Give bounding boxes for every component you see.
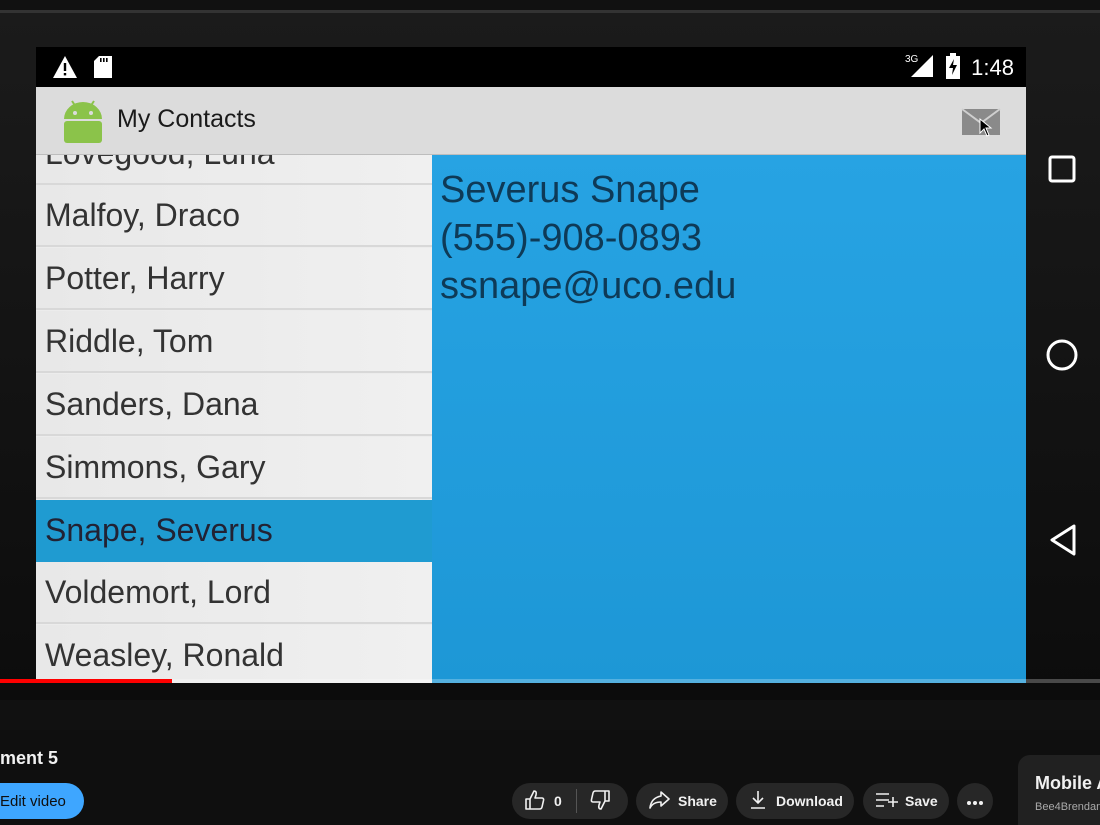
contact-list-item[interactable]: Simmons, Gary xyxy=(36,437,432,499)
youtube-watch-page: 3G 1:48 My Contacts Malfoy, Draco Potter… xyxy=(0,0,1100,825)
contact-list-item[interactable]: Potter, Harry xyxy=(36,248,432,310)
thumbs-up-icon xyxy=(524,789,546,814)
envelope-icon xyxy=(960,108,1004,143)
contact-name: Sanders, Dana xyxy=(45,386,259,422)
more-icon xyxy=(966,793,984,809)
download-label: Download xyxy=(776,793,843,809)
contact-detail-name: Severus Snape xyxy=(440,169,700,211)
contact-list-item[interactable]: Riddle, Tom xyxy=(36,311,432,373)
contact-detail-phone: (555)-908-0893 xyxy=(440,217,702,259)
video-title: ment 5 xyxy=(0,748,59,768)
download-button[interactable]: Download xyxy=(736,783,854,819)
contact-name: Malfoy, Draco xyxy=(45,197,241,233)
contact-name: Potter, Harry xyxy=(45,260,225,296)
contact-list-item[interactable]: Lovegood, Luna xyxy=(36,155,432,185)
share-icon xyxy=(648,790,670,813)
contact-name: Riddle, Tom xyxy=(45,323,214,359)
edit-video-label: Edit video xyxy=(0,792,66,810)
contact-list-item[interactable]: Sanders, Dana xyxy=(36,374,432,436)
contact-detail-email: ssnape@uco.edu xyxy=(440,265,737,307)
video-progress-fill xyxy=(0,679,172,683)
share-label: Share xyxy=(678,793,717,809)
contact-list[interactable]: Lovegood, Luna Malfoy, Draco Potter, Har… xyxy=(36,155,432,683)
edit-video-button[interactable]: Edit video xyxy=(0,783,84,819)
thumbs-down-icon xyxy=(589,789,611,814)
contact-name: Lovegood, Luna xyxy=(45,155,275,172)
android-app-icon xyxy=(60,99,106,147)
contact-list-item-selected[interactable]: Snape, Severus xyxy=(36,500,432,562)
save-label: Save xyxy=(905,793,938,809)
recent-apps-icon[interactable] xyxy=(1048,155,1076,187)
recommended-video-title: Mobile A xyxy=(1035,773,1100,793)
warning-icon xyxy=(52,55,78,83)
back-icon[interactable] xyxy=(1048,523,1078,561)
android-nav-bar xyxy=(1030,153,1094,583)
share-button[interactable]: Share xyxy=(636,783,728,819)
recommended-video-card[interactable]: Mobile A Bee4Brendan xyxy=(1018,755,1100,825)
download-icon xyxy=(750,790,766,813)
save-button[interactable]: Save xyxy=(863,783,949,819)
contact-name: Simmons, Gary xyxy=(45,449,266,485)
like-button[interactable]: 0 xyxy=(512,783,562,819)
status-clock: 1:48 xyxy=(971,55,1014,80)
home-icon[interactable] xyxy=(1045,338,1079,376)
contact-detail-pane: Severus Snape (555)-908-0893 ssnape@uco.… xyxy=(432,155,1026,683)
email-button[interactable] xyxy=(960,105,1004,139)
dislike-button[interactable] xyxy=(577,783,611,819)
contact-list-item[interactable]: Voldemort, Lord xyxy=(36,562,432,624)
contact-name: Snape, Severus xyxy=(45,512,273,548)
sd-card-icon xyxy=(94,56,112,82)
video-progress-bar[interactable] xyxy=(0,679,1100,683)
status-bar: 3G 1:48 xyxy=(36,47,1026,87)
action-bar: My Contacts xyxy=(36,87,1026,155)
save-playlist-icon xyxy=(875,791,899,812)
android-screen: 3G 1:48 My Contacts Malfoy, Draco Potter… xyxy=(36,47,1026,683)
contact-name: Weasley, Ronald xyxy=(45,637,284,673)
emulator-frame: 3G 1:48 My Contacts Malfoy, Draco Potter… xyxy=(0,10,1100,700)
network-type-label: 3G xyxy=(905,54,919,65)
app-title: My Contacts xyxy=(117,105,256,133)
contact-list-item[interactable]: Malfoy, Draco xyxy=(36,185,432,247)
recommended-video-channel: Bee4Brendan xyxy=(1035,801,1100,813)
video-info-area: ment 5 Edit video 0 Share Download Save … xyxy=(0,730,1100,825)
like-count: 0 xyxy=(554,793,562,809)
battery-icon xyxy=(945,53,961,83)
more-actions-button[interactable] xyxy=(957,783,993,819)
signal-icon: 3G xyxy=(905,53,935,83)
contact-list-item[interactable]: Weasley, Ronald xyxy=(36,625,432,683)
video-player[interactable]: 3G 1:48 My Contacts Malfoy, Draco Potter… xyxy=(0,0,1100,730)
contact-name: Voldemort, Lord xyxy=(45,574,271,610)
like-dislike-group: 0 xyxy=(512,783,628,819)
